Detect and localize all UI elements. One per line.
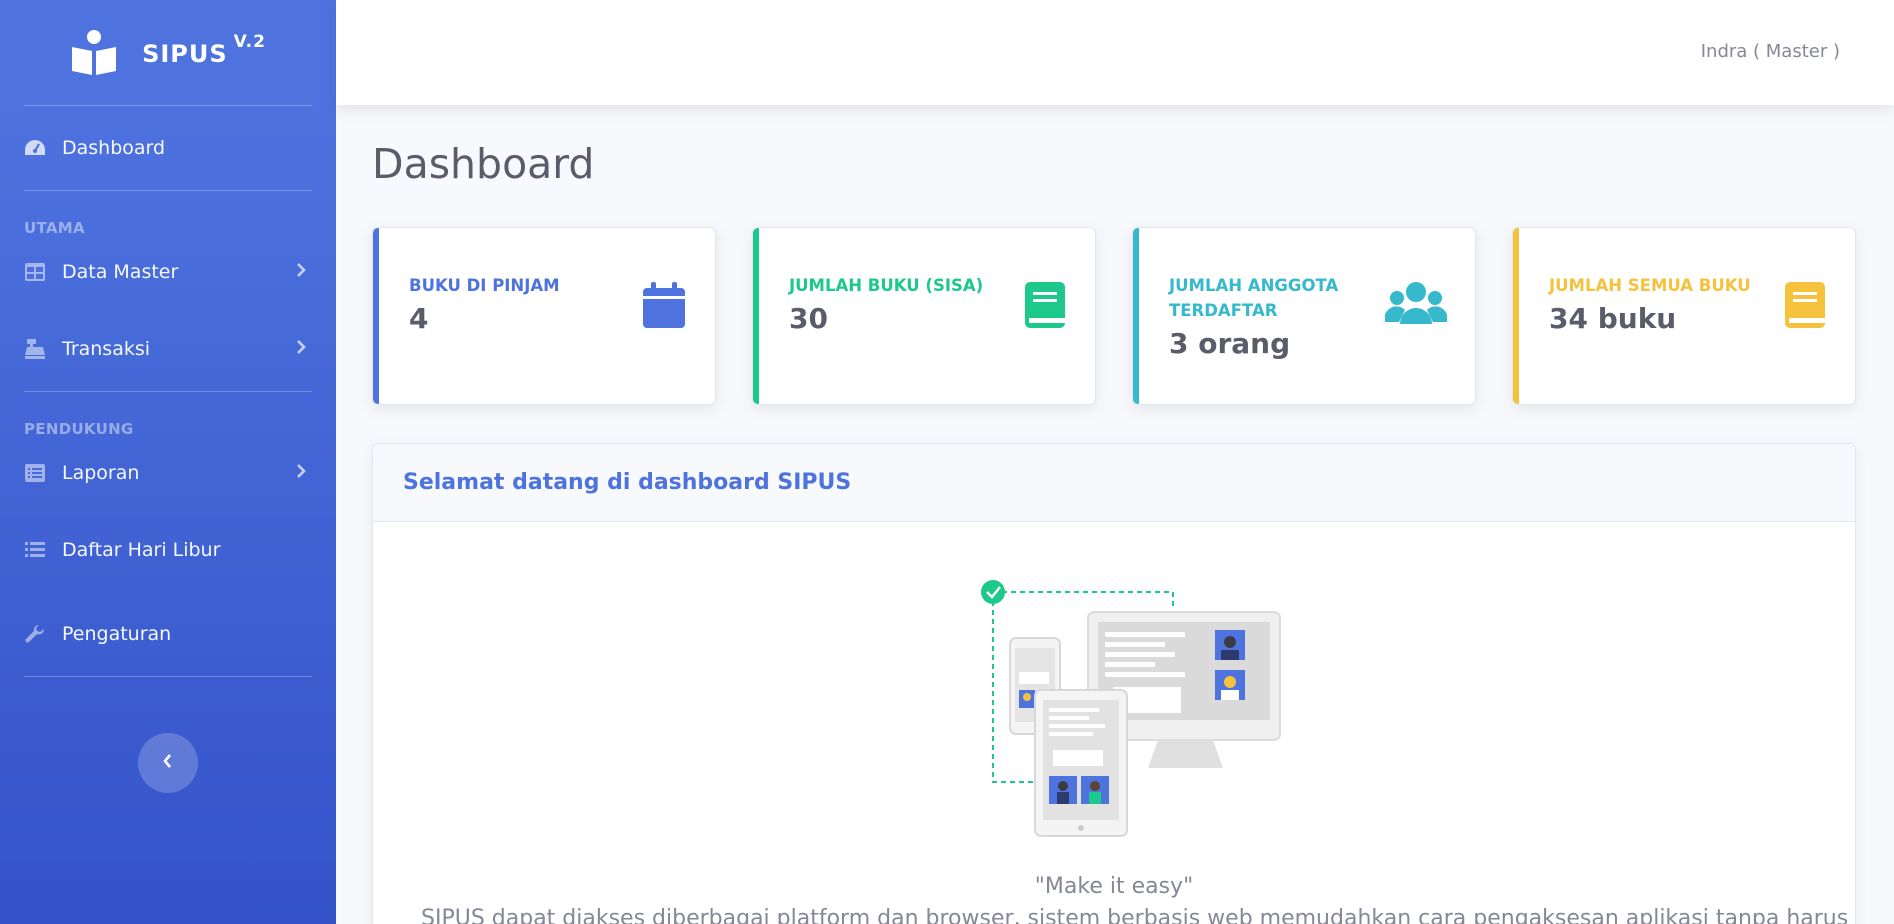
card-jumlah-buku-sisa: JUMLAH BUKU (SISA) 30 <box>752 227 1096 405</box>
chevron-right-icon <box>296 339 306 359</box>
users-icon <box>1384 278 1448 330</box>
sidebar: SIPUS V.2 Dashboard UTAMA Data Master Tra… <box>0 0 336 924</box>
sidebar-item-dashboard[interactable]: Dashboard <box>0 106 336 190</box>
brand[interactable]: SIPUS V.2 <box>0 0 336 105</box>
tachometer-icon <box>24 137 46 159</box>
chevron-right-icon <box>296 463 306 483</box>
brand-name: SIPUS V.2 <box>142 32 266 68</box>
sidebar-item-label: Data Master <box>62 261 179 283</box>
sidebar-item-hari-libur[interactable]: Daftar Hari Libur <box>0 508 336 592</box>
sidebar-toggle-button[interactable] <box>138 733 198 793</box>
multi-device-illustration <box>953 572 1293 842</box>
brand-version: V.2 <box>233 31 266 52</box>
card-value: 4 <box>409 302 429 335</box>
card-label: JUMLAH BUKU (SISA) <box>789 276 984 295</box>
sidebar-item-transaksi[interactable]: Transaksi <box>0 307 336 391</box>
sidebar-item-label: Pengaturan <box>62 623 172 645</box>
panel-header: Selamat datang di dashboard SIPUS <box>373 444 1855 522</box>
sidebar-heading-utama: UTAMA <box>24 219 85 237</box>
sidebar-item-label: Daftar Hari Libur <box>62 539 221 561</box>
sidebar-heading-pendukung: PENDUKUNG <box>24 420 134 438</box>
sidebar-item-data-master[interactable]: Data Master <box>0 237 336 307</box>
panel-title: Selamat datang di dashboard SIPUS <box>403 470 852 495</box>
sidebar-item-pengaturan[interactable]: Pengaturan <box>0 592 336 676</box>
book-icon <box>1015 278 1067 330</box>
card-accent <box>1513 228 1519 404</box>
card-accent <box>373 228 379 404</box>
card-jumlah-anggota: JUMLAH ANGGOTA TERDAFTAR 3 orang <box>1132 227 1476 405</box>
chevron-left-icon <box>162 753 174 773</box>
topbar: Indra ( Master ) <box>336 0 1894 105</box>
sidebar-divider <box>24 676 312 677</box>
chevron-right-icon <box>296 262 306 282</box>
card-label: JUMLAH ANGGOTA TERDAFTAR <box>1169 276 1339 320</box>
card-label: JUMLAH SEMUA BUKU <box>1549 276 1751 295</box>
table-icon <box>24 261 46 283</box>
card-value: 3 orang <box>1169 327 1291 360</box>
calendar-icon <box>635 278 687 330</box>
sidebar-item-label: Transaksi <box>62 338 151 360</box>
card-accent <box>753 228 759 404</box>
list-alt-icon <box>24 462 46 484</box>
book-reader-icon <box>70 29 118 77</box>
sidebar-item-label: Dashboard <box>62 137 166 159</box>
welcome-panel: Selamat datang di dashboard SIPUS "Make … <box>372 443 1856 924</box>
welcome-description: SIPUS dapat diakses diberbagai platform … <box>421 906 1849 924</box>
card-value: 34 buku <box>1549 302 1677 335</box>
welcome-quote: "Make it easy" <box>1034 874 1194 899</box>
wrench-icon <box>24 623 46 645</box>
book-icon <box>1775 278 1827 330</box>
card-label: BUKU DI PINJAM <box>409 276 560 295</box>
sidebar-item-laporan[interactable]: Laporan <box>0 438 336 508</box>
card-accent <box>1133 228 1139 404</box>
brand-title: SIPUS <box>142 39 228 68</box>
page-title: Dashboard <box>372 140 595 188</box>
user-menu[interactable]: Indra ( Master ) <box>1701 41 1840 62</box>
list-icon <box>24 539 46 561</box>
card-buku-dipinjam: BUKU DI PINJAM 4 <box>372 227 716 405</box>
cash-register-icon <box>24 338 46 360</box>
sidebar-item-label: Laporan <box>62 462 140 484</box>
card-jumlah-semua-buku: JUMLAH SEMUA BUKU 34 buku <box>1512 227 1856 405</box>
card-value: 30 <box>789 302 828 335</box>
